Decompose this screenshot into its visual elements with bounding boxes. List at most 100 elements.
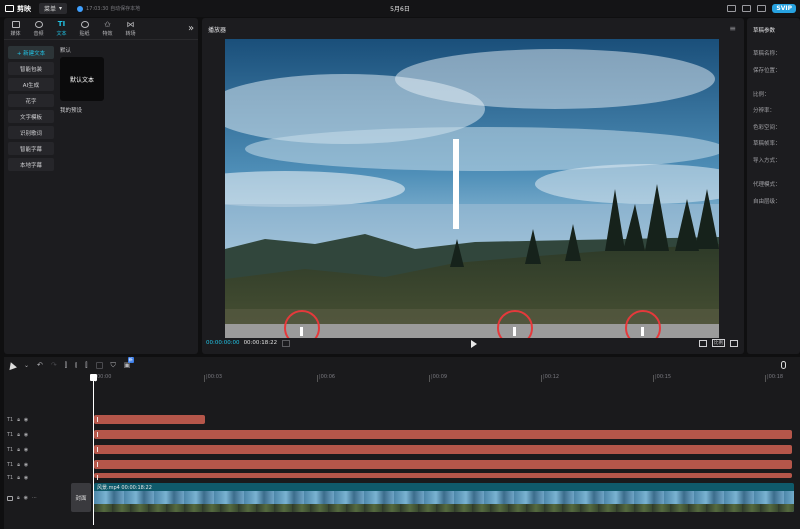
app-logo: 剪映	[0, 4, 31, 14]
smart-tool-icon[interactable]: ▣ 新	[124, 357, 134, 369]
text-icon: TI	[57, 19, 66, 28]
tab-sticker[interactable]: 贴纸	[73, 18, 96, 39]
chevron-down-icon[interactable]: ⌄	[24, 362, 29, 369]
split-left-icon[interactable]: ⫾	[75, 361, 77, 370]
monitor-icon[interactable]	[757, 5, 767, 12]
default-text-card[interactable]: 默认文本	[60, 57, 104, 101]
draft-title: 草稿参数	[753, 28, 776, 34]
player-controls: 00:00:00:00 00:00:18:22 比例	[206, 336, 740, 350]
layout-icon[interactable]	[742, 5, 752, 12]
fullscreen-icon[interactable]	[730, 339, 738, 347]
text-clip[interactable]	[94, 460, 792, 469]
text-library: 默认 默认文本 我的预设	[60, 46, 104, 114]
text-track-header: T1 🔒︎ ◉	[7, 432, 28, 438]
ratio-label: 比例：	[753, 92, 770, 98]
text-track-header: T1 🔒︎ ◉	[7, 447, 28, 453]
tab-transition[interactable]: ⋈ 转场	[119, 18, 142, 39]
eye-icon[interactable]: ◉	[24, 475, 28, 481]
lock-icon[interactable]: 🔒︎	[17, 447, 20, 453]
logo-icon	[5, 5, 14, 12]
video-track-header: 🔒︎ ◉ ⋯	[7, 495, 37, 501]
text-clip[interactable]	[94, 445, 792, 454]
lock-icon[interactable]: 🔒︎	[17, 432, 20, 438]
current-time: 00:00:00:00	[206, 340, 240, 346]
text-track-header: T1 🔒︎ ◉	[7, 462, 28, 468]
video-clip[interactable]: 风景.mp4 00:00:18:22	[94, 483, 794, 512]
tool-tabs: 媒体 音频 TI 文本 贴纸 ✩ 特效 ⋈ 转场 »	[4, 18, 198, 40]
side-item-smart-captions[interactable]: 智能字幕	[8, 142, 54, 155]
more-icon[interactable]: ⋯	[32, 495, 37, 501]
lock-icon[interactable]: 🔒︎	[17, 475, 20, 481]
eye-icon[interactable]: ◉	[24, 447, 28, 453]
text-track-icon: T1	[7, 475, 14, 481]
svip-button[interactable]: SVIP	[772, 4, 796, 13]
highlight-circle-1	[284, 310, 320, 338]
import-mode-label: 导入方式：	[753, 158, 781, 164]
shortcut-icon[interactable]	[727, 5, 737, 12]
section-default: 默认	[60, 48, 72, 54]
eye-icon[interactable]: ◉	[24, 417, 28, 423]
lock-icon[interactable]: 🔒︎	[17, 495, 20, 501]
draft-params-panel: 草稿参数 草稿名称： 保存位置： 比例： 分辨率： 色彩空间： 草稿帧率： 导入…	[747, 18, 800, 354]
side-item-lyrics[interactable]: 识别歌词	[8, 126, 54, 139]
color-space-label: 色彩空间：	[753, 125, 781, 131]
split-right-icon[interactable]: ⫿	[85, 361, 87, 370]
lock-icon[interactable]: 🔒︎	[17, 462, 20, 468]
redo-icon: ↷	[50, 361, 57, 369]
resolution-label: 分辨率：	[753, 108, 776, 114]
asset-panel: 媒体 音频 TI 文本 贴纸 ✩ 特效 ⋈ 转场 » + 新建文本 智能包装 AI生成…	[4, 18, 198, 354]
playhead[interactable]	[90, 374, 97, 525]
eye-icon[interactable]: ◉	[24, 462, 28, 468]
fit-screen-icon[interactable]	[699, 339, 707, 347]
undo-icon[interactable]: ↶	[37, 361, 43, 369]
draft-name-label: 草稿名称：	[753, 51, 781, 57]
menu-button[interactable]: 菜单 ▾	[39, 3, 68, 14]
cloud-check-icon	[77, 5, 84, 12]
text-clip[interactable]	[94, 473, 792, 480]
timeline-ruler[interactable]: 00:00 |00:03 |00:06 |00:09 |00:12 |00:15…	[93, 374, 796, 384]
tab-text[interactable]: TI 文本	[50, 18, 73, 39]
video-thumbnails	[94, 491, 794, 512]
video-clip-label: 风景.mp4 00:00:18:22	[97, 485, 152, 491]
document-title[interactable]: 5月6日	[390, 4, 410, 13]
app-name: 剪映	[17, 4, 31, 13]
tab-effects[interactable]: ✩ 特效	[96, 18, 119, 39]
side-item-text-template[interactable]: 文字模板	[8, 110, 54, 123]
cover-button[interactable]: 封面	[71, 483, 91, 512]
side-item-ai-generate[interactable]: AI生成	[8, 78, 54, 91]
eye-icon[interactable]: ◉	[24, 495, 28, 501]
tab-media[interactable]: 媒体	[4, 18, 27, 39]
free-layer-label: 自由层级：	[753, 199, 781, 205]
video-track-icon	[7, 495, 13, 501]
player-menu-icon[interactable]: ≡	[729, 24, 736, 33]
shield-icon[interactable]: ⛉	[111, 361, 116, 370]
select-tool-icon[interactable]	[7, 360, 17, 370]
text-clip[interactable]	[94, 415, 205, 424]
text-clip[interactable]	[94, 430, 792, 439]
side-item-smart-pack[interactable]: 智能包装	[8, 62, 54, 75]
text-track-icon: T1	[7, 462, 14, 468]
text-track-header: T1 🔒︎ ◉	[7, 475, 28, 481]
frame-rate-label: 草稿帧率：	[753, 141, 781, 147]
video-preview[interactable]	[225, 39, 719, 338]
ratio-button[interactable]: 比例	[712, 339, 725, 347]
microphone-icon[interactable]	[781, 361, 786, 369]
new-text-button[interactable]: + 新建文本	[8, 46, 54, 59]
side-item-local-captions[interactable]: 本地字幕	[8, 158, 54, 171]
eye-icon[interactable]: ◉	[24, 432, 28, 438]
split-icon[interactable]: ⫿	[65, 361, 67, 370]
grid-icon[interactable]	[282, 339, 291, 347]
play-icon[interactable]	[471, 340, 477, 348]
timeline-panel: ⌄ ↶ ↷ ⫿ ⫾ ⫿ ⛉ ▣ 新 00:00 |00:03 |00:06 |00…	[4, 357, 800, 529]
more-tabs-icon[interactable]: »	[184, 18, 198, 39]
text-track-icon: T1	[7, 417, 14, 423]
audio-icon	[34, 20, 43, 28]
player-title: 播放器	[208, 27, 227, 34]
highlight-circle-3	[625, 310, 661, 338]
tab-audio[interactable]: 音频	[27, 18, 50, 39]
lock-icon[interactable]: 🔒︎	[17, 417, 20, 423]
section-presets: 我的预设	[60, 108, 83, 114]
side-item-fancy-text[interactable]: 花字	[8, 94, 54, 107]
effects-icon: ✩	[104, 19, 111, 29]
text-track-icon: T1	[7, 447, 14, 453]
